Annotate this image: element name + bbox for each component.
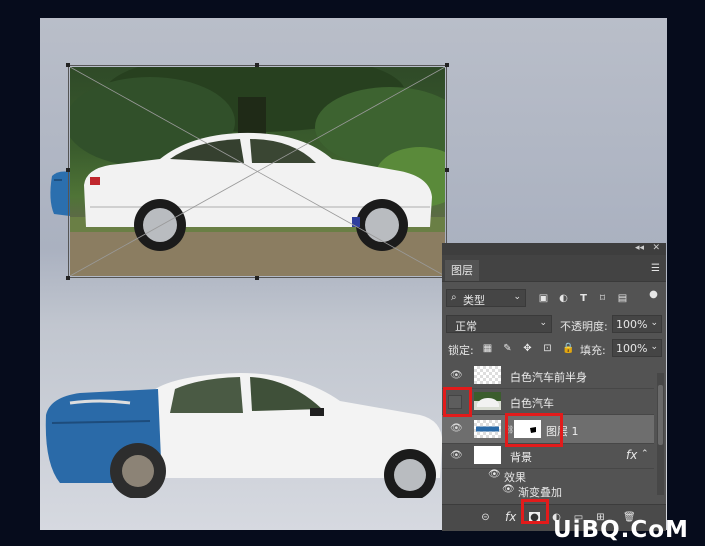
eye-icon[interactable]: 👁 [450,370,463,381]
panel-menu-icon[interactable]: ☰ [651,263,660,274]
highlight-layer-mask [505,413,563,447]
opacity-label: 不透明度: [560,320,608,333]
highlight-add-mask-button [521,499,549,524]
fill-label: 填充: [580,344,606,357]
free-transform-box[interactable] [66,63,449,280]
layer-row-white-car-front[interactable]: 👁 白色汽车前半身 [442,363,654,389]
lock-artboard-icon[interactable]: ⊡ [542,343,553,354]
layers-panel: ◂◂ ✕ 图层 ☰ ⌕ 类型 ⌄ ▣ ◐ T ⌑ ▤ ● 正常 ⌄ 不透明度: … [442,243,666,531]
blend-mode-label: 正常 [455,320,477,333]
fx-badge[interactable]: fx [626,448,637,462]
close-icon[interactable]: ✕ [652,243,660,253]
effects-label: 效果 [504,471,526,484]
filter-adjustment-icon[interactable]: ◐ [558,293,569,304]
lock-position-icon[interactable]: ✥ [522,343,533,354]
eye-icon[interactable]: 👁 [450,450,463,461]
filter-pixel-icon[interactable]: ▣ [538,293,549,304]
chevron-up-icon[interactable]: ⌃ [641,449,649,459]
site-watermark: UiBQ.CoM [553,517,689,543]
layer-name: 背景 [510,451,532,464]
panel-tab-bar: 图层 ☰ [442,255,666,282]
layer-thumbnail [474,392,501,410]
effect-item-label: 渐变叠加 [518,486,562,499]
effects-row[interactable]: 👁 效果 [442,469,666,484]
lock-all-icon[interactable]: 🔒 [562,343,574,354]
filter-row: ⌕ 类型 ⌄ ▣ ◐ T ⌑ ▤ ● [442,289,666,309]
eye-icon[interactable]: 👁 [488,469,501,480]
filter-shape-icon[interactable]: ⌑ [597,293,608,304]
collapse-icon[interactable]: ◂◂ [635,243,644,253]
blend-mode-select[interactable]: 正常 ⌄ [446,315,552,333]
add-style-fx-button[interactable]: fx [505,510,516,524]
fill-value: 100% [616,342,648,355]
lock-transparent-icon[interactable]: ▦ [482,343,493,354]
highlight-visibility-toggle [443,387,472,417]
transform-handle[interactable] [445,63,449,67]
layer-thumbnail [474,366,501,384]
filter-toggle-icon[interactable]: ● [648,289,659,300]
search-icon: ⌕ [451,292,457,303]
link-layers-icon[interactable]: ⊝ [480,512,491,523]
lock-label: 锁定: [448,344,474,357]
layer-name: 白色汽车前半身 [510,371,587,384]
chevron-down-icon: ⌄ [513,292,521,302]
gradient-overlay-row[interactable]: 👁 渐变叠加 [442,484,666,499]
scrollbar-thumb[interactable] [658,385,663,445]
transform-handle[interactable] [255,276,259,280]
layers-scrollbar[interactable] [657,373,664,495]
layer-row-white-car[interactable]: 白色汽车 [442,389,654,415]
blue-car-fragment [48,170,70,218]
chevron-down-icon: ⌄ [650,318,658,328]
filter-type-select[interactable]: ⌕ 类型 ⌄ [446,289,526,307]
opacity-value: 100% [616,318,648,331]
filter-type-label: 类型 [463,294,485,307]
transform-handle[interactable] [66,168,70,172]
chevron-down-icon: ⌄ [650,342,658,352]
chevron-down-icon: ⌄ [539,318,547,328]
composite-car-preview [40,353,460,501]
filter-smart-object-icon[interactable]: ▤ [617,293,628,304]
tab-layers[interactable]: 图层 [445,260,479,281]
panel-header-bar: ◂◂ ✕ [442,243,666,255]
layer-thumbnail [474,446,501,464]
transform-handle[interactable] [66,63,70,67]
lock-image-brush-icon[interactable]: ✎ [502,343,513,354]
lock-row: 锁定: ▦ ✎ ✥ ⊡ 🔒 填充: 100% ⌄ [442,339,666,358]
filter-type-icon[interactable]: T [578,293,589,304]
transform-handle[interactable] [255,63,259,67]
layer-name: 白色汽车 [510,397,554,410]
layer-thumbnail [474,420,501,438]
opacity-input[interactable]: 100% ⌄ [612,315,662,333]
fill-input[interactable]: 100% ⌄ [612,339,662,357]
transform-handle[interactable] [66,276,70,280]
blend-row: 正常 ⌄ 不透明度: 100% ⌄ [442,315,666,335]
transform-handle[interactable] [445,168,449,172]
eye-icon[interactable]: 👁 [450,423,463,434]
eye-icon[interactable]: 👁 [502,484,515,495]
